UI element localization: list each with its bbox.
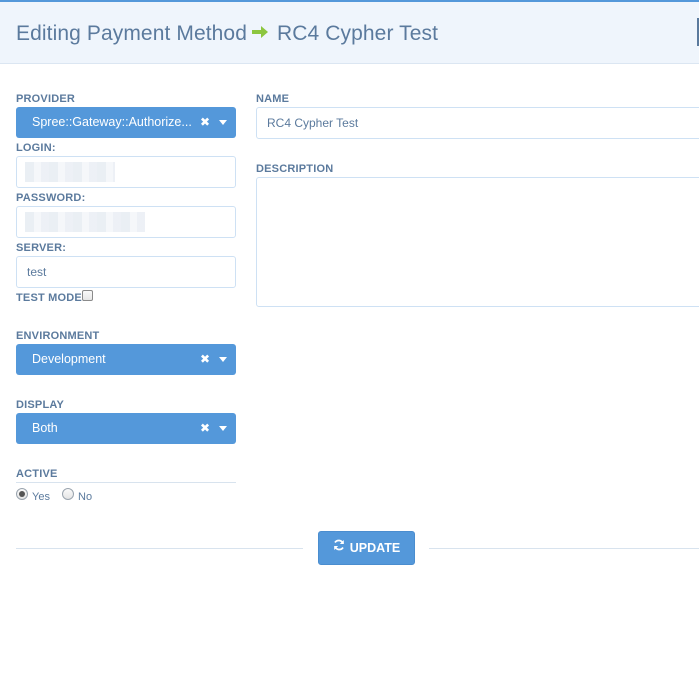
server-field[interactable]: test [16, 256, 236, 288]
page-header: Editing Payment Method RC4 Cypher Test [0, 2, 699, 64]
update-button[interactable]: UPDATE [318, 531, 415, 565]
active-no-label: No [78, 491, 93, 503]
actions-divider-left [16, 548, 303, 549]
description-label: DESCRIPTION [256, 163, 334, 175]
provider-select-value: Spree::Gateway::Authorize... [32, 115, 192, 129]
display-select-value: Both [32, 421, 58, 435]
redacted-password [25, 212, 145, 232]
password-field[interactable] [16, 206, 236, 238]
provider-label: PROVIDER [16, 93, 76, 105]
page-title: Editing Payment Method RC4 Cypher Test [16, 22, 438, 46]
arrow-right-icon [251, 22, 269, 46]
display-select[interactable]: Both ✖ [16, 413, 236, 444]
chevron-down-icon[interactable] [219, 426, 227, 431]
description-textarea[interactable] [256, 177, 699, 307]
active-no-radio[interactable] [62, 488, 74, 500]
refresh-icon [333, 531, 345, 564]
payment-method-name: RC4 Cypher Test [277, 22, 439, 45]
password-label: PASSWORD: [16, 192, 86, 204]
display-label: DISPLAY [16, 399, 65, 411]
clear-provider-icon[interactable]: ✖ [200, 107, 210, 138]
actions-divider-right [429, 548, 699, 549]
provider-select[interactable]: Spree::Gateway::Authorize... ✖ [16, 107, 236, 138]
active-yes-label: Yes [32, 491, 50, 503]
name-field-value: RC4 Cypher Test [267, 116, 359, 130]
environment-label: ENVIRONMENT [16, 330, 100, 342]
name-label: NAME [256, 93, 290, 105]
login-label: LOGIN: [16, 142, 56, 154]
active-divider [16, 482, 236, 483]
chevron-down-icon[interactable] [219, 120, 227, 125]
clear-environment-icon[interactable]: ✖ [200, 344, 210, 375]
test-mode-label: TEST MODE: [16, 292, 86, 304]
test-mode-checkbox[interactable] [82, 290, 93, 301]
redacted-login [25, 162, 115, 182]
chevron-down-icon[interactable] [219, 357, 227, 362]
environment-select-value: Development [32, 352, 106, 366]
login-field[interactable] [16, 156, 236, 188]
page-title-text: Editing Payment Method [16, 22, 247, 45]
active-yes-radio[interactable] [16, 488, 28, 500]
server-field-value: test [27, 265, 47, 279]
server-label: SERVER: [16, 242, 67, 254]
environment-select[interactable]: Development ✖ [16, 344, 236, 375]
update-button-label: UPDATE [349, 541, 401, 555]
clear-display-icon[interactable]: ✖ [200, 413, 210, 444]
active-label: ACTIVE [16, 468, 58, 480]
name-field[interactable]: RC4 Cypher Test [256, 107, 699, 139]
